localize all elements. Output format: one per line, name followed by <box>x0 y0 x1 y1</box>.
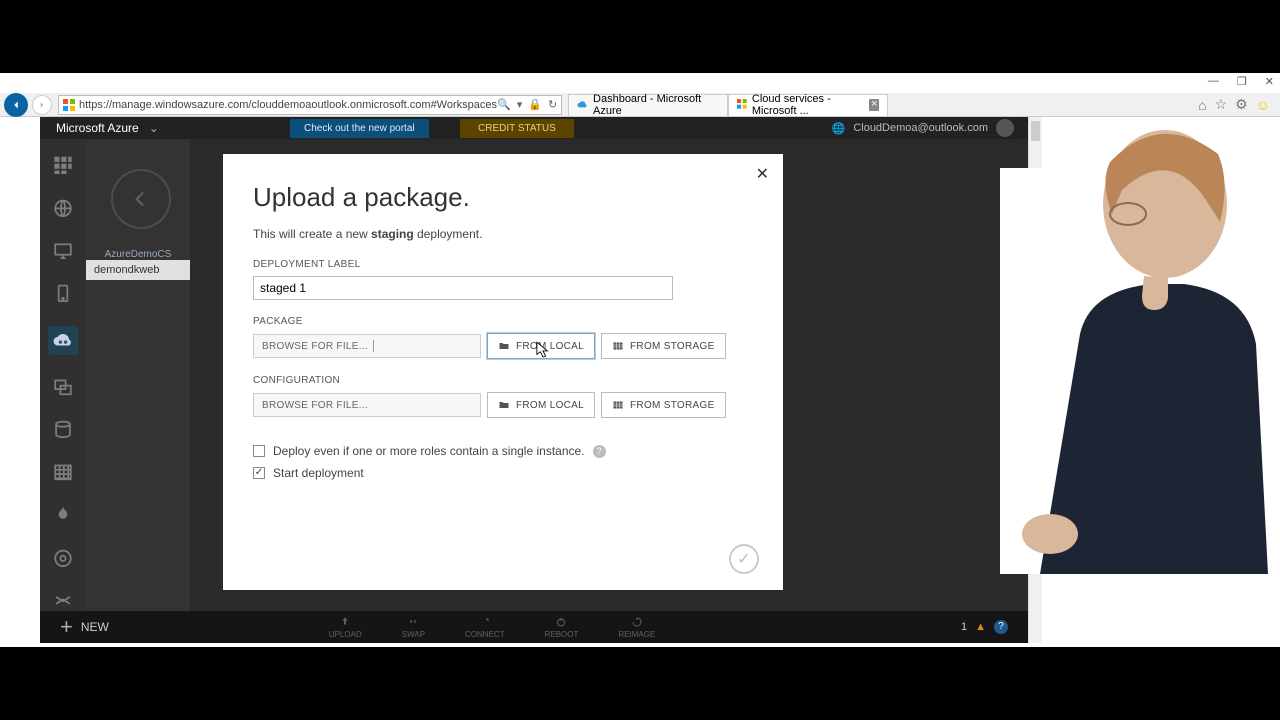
configuration-from-storage-button[interactable]: FROM STORAGE <box>601 392 726 418</box>
tab-close-button[interactable]: × <box>869 99 879 111</box>
site-icon <box>63 99 75 111</box>
window-minimize-button[interactable]: — <box>1208 75 1219 88</box>
window-close-button[interactable]: ✕ <box>1265 75 1274 88</box>
alert-count: 1 <box>961 621 967 633</box>
avatar[interactable] <box>996 119 1014 137</box>
screen: — ❐ ✕ https://manage.windowsazure.com/cl… <box>0 73 1280 647</box>
configuration-label-caption: CONFIGURATION <box>253 375 753 386</box>
window-maximize-button[interactable]: ❐ <box>1237 75 1247 88</box>
refresh-icon[interactable]: ↻ <box>548 98 557 111</box>
new-button[interactable]: + NEW <box>40 614 129 640</box>
portal-brand: Microsoft Azure <box>56 121 139 135</box>
nav-all-items-icon[interactable] <box>52 155 74 176</box>
start-deployment-checkbox[interactable] <box>253 467 265 479</box>
connect-action[interactable]: CONNECT <box>465 616 505 639</box>
browser-back-button[interactable] <box>4 93 28 117</box>
new-portal-link[interactable]: Check out the new portal <box>290 119 429 138</box>
reboot-action[interactable]: REBOOT <box>545 616 579 639</box>
subnav-selected-item[interactable]: demondkweb <box>86 260 190 280</box>
nav-service-bus-icon[interactable] <box>52 590 74 611</box>
browser-tab-dashboard[interactable]: Dashboard - Microsoft Azure <box>568 94 728 116</box>
browser-forward-button[interactable] <box>32 95 52 115</box>
nav-sql-icon[interactable] <box>52 419 74 440</box>
lock-icon: 🔒 <box>528 98 542 111</box>
swap-action[interactable]: SWAP <box>402 616 425 639</box>
address-bar[interactable]: https://manage.windowsazure.com/clouddem… <box>58 95 562 115</box>
nav-vm-icon[interactable] <box>52 240 74 261</box>
portal-command-bar: + NEW UPLOAD SWAP CONNECT REBOOT REIMAGE… <box>40 611 1028 643</box>
plus-icon: + <box>60 614 73 640</box>
upload-package-modal: ✕ Upload a package. This will create a n… <box>223 154 783 590</box>
credit-status-button[interactable]: CREDIT STATUS <box>460 119 574 138</box>
user-email[interactable]: CloudDemoa@outlook.com <box>853 122 988 134</box>
deploy-single-instance-label: Deploy even if one or more roles contain… <box>273 444 585 458</box>
nav-media-icon[interactable] <box>52 548 74 569</box>
package-from-storage-button[interactable]: FROM STORAGE <box>601 333 726 359</box>
mouse-cursor <box>536 341 550 359</box>
portal-subnav: AzureDemoCS demondkweb <box>86 139 190 611</box>
package-label-caption: PACKAGE <box>253 316 753 327</box>
windows-icon <box>737 99 747 111</box>
window-titlebar: — ❐ ✕ <box>0 73 1280 93</box>
configuration-file-input[interactable]: BROWSE FOR FILE... <box>253 393 481 417</box>
search-icon[interactable]: 🔍 <box>497 98 511 111</box>
back-circle-icon[interactable] <box>111 169 171 229</box>
portal-left-nav <box>40 139 86 611</box>
modal-confirm-button[interactable] <box>729 544 759 574</box>
presenter-figure <box>1020 104 1280 574</box>
browser-tab-cloud-services[interactable]: Cloud services - Microsoft ... × <box>728 94 888 116</box>
globe-icon[interactable]: 🌐 <box>832 122 846 135</box>
help-button[interactable]: ? <box>994 620 1008 634</box>
folder-icon <box>498 340 510 352</box>
nav-mobile-icon[interactable] <box>52 283 74 304</box>
azure-portal: Microsoft Azure ⌄ Check out the new port… <box>40 117 1028 643</box>
storage-icon <box>612 340 624 352</box>
nav-storage-icon[interactable] <box>52 462 74 483</box>
deployment-label-caption: DEPLOYMENT LABEL <box>253 259 753 270</box>
upload-action[interactable]: UPLOAD <box>329 616 362 639</box>
portal-topbar: Microsoft Azure ⌄ Check out the new port… <box>40 117 1028 139</box>
package-file-input[interactable]: BROWSE FOR FILE... <box>253 334 481 358</box>
help-icon[interactable]: ? <box>593 445 606 458</box>
deploy-single-instance-checkbox[interactable] <box>253 445 265 457</box>
modal-close-button[interactable]: ✕ <box>756 164 769 184</box>
folder-icon <box>498 399 510 411</box>
modal-subtitle: This will create a new staging deploymen… <box>253 227 753 241</box>
reimage-action[interactable]: REIMAGE <box>618 616 655 639</box>
storage-icon <box>612 399 624 411</box>
presenter-overlay <box>1000 168 1280 574</box>
nav-cloud-services-icon[interactable] <box>48 326 78 355</box>
modal-title: Upload a package. <box>253 182 753 213</box>
nav-web-icon[interactable] <box>52 198 74 219</box>
chevron-down-icon[interactable]: ⌄ <box>149 121 159 135</box>
warning-icon[interactable]: ▲ <box>975 621 986 633</box>
nav-batch-icon[interactable] <box>52 377 74 398</box>
address-url: https://manage.windowsazure.com/clouddem… <box>79 99 497 111</box>
start-deployment-label: Start deployment <box>273 466 364 480</box>
deployment-label-input[interactable] <box>253 276 673 300</box>
service-name-label[interactable]: AzureDemoCS <box>86 249 190 260</box>
nav-hdinsight-icon[interactable] <box>52 505 74 526</box>
configuration-from-local-button[interactable]: FROM LOCAL <box>487 392 595 418</box>
cloud-icon <box>577 99 588 111</box>
